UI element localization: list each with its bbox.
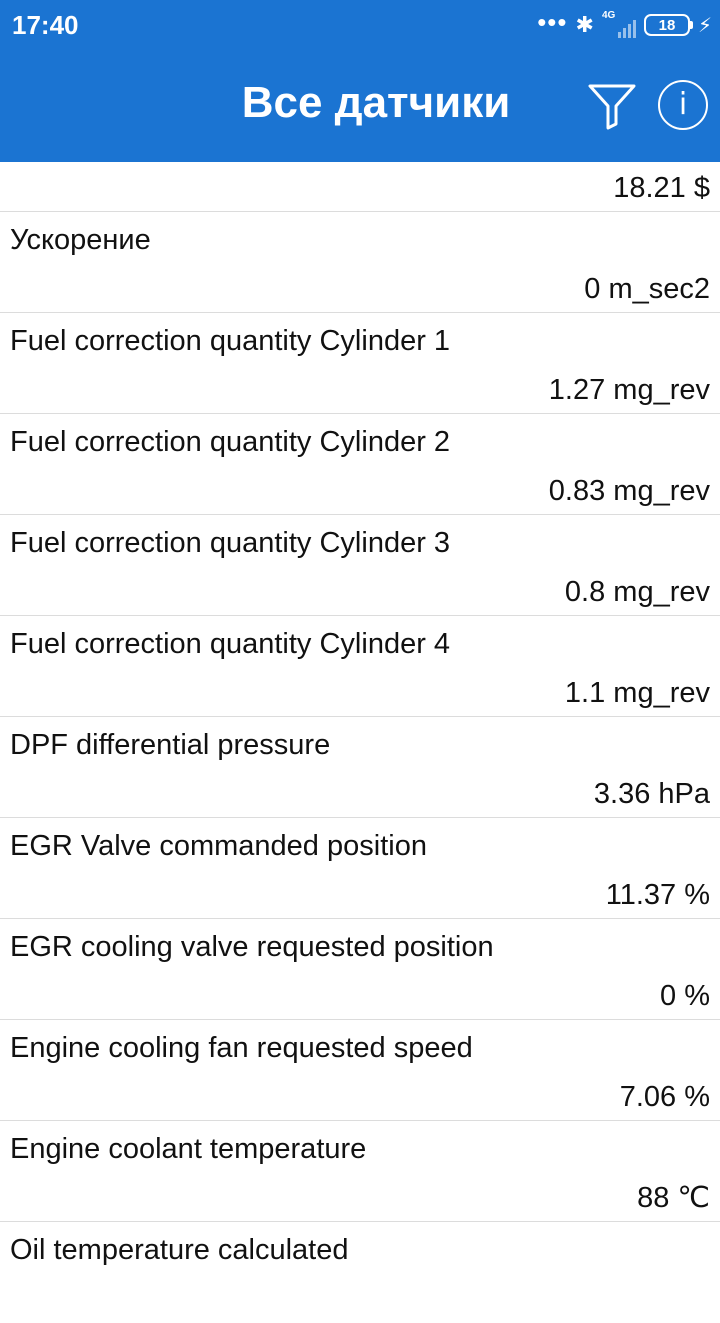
list-item[interactable]: EGR cooling valve requested position 0 % bbox=[0, 919, 720, 1020]
list-item[interactable]: Ускорение 0 m_sec2 bbox=[0, 212, 720, 313]
sensor-name: Oil temperature calculated bbox=[10, 1234, 349, 1266]
sensor-value: 3.36 hPa bbox=[593, 778, 710, 810]
status-time: 17:40 bbox=[12, 10, 79, 40]
list-item[interactable]: Fuel correction quantity Cylinder 2 0.83… bbox=[0, 414, 720, 515]
sensor-name: Engine coolant temperature bbox=[10, 1133, 367, 1165]
status-bar: 17:40 ••• ✱ 4G 18 ⚡ bbox=[0, 0, 720, 52]
battery-level: 18 bbox=[658, 16, 676, 34]
info-icon: i bbox=[678, 87, 688, 122]
filter-button[interactable] bbox=[586, 80, 638, 132]
network-type: 4G bbox=[601, 10, 616, 21]
sensor-value: 7.06 % bbox=[619, 1081, 710, 1113]
sensor-value: 1.27 mg_rev bbox=[548, 374, 710, 406]
sensor-name: Ускорение bbox=[10, 224, 151, 256]
list-item[interactable]: Engine coolant temperature 88 ℃ bbox=[0, 1121, 720, 1222]
sensor-value: 0.8 mg_rev bbox=[564, 576, 710, 608]
filter-icon bbox=[588, 84, 636, 130]
list-item[interactable]: Fuel correction quantity Cylinder 4 1.1 … bbox=[0, 616, 720, 717]
sensor-name: Fuel correction quantity Cylinder 1 bbox=[10, 325, 451, 357]
battery-icon: 18 bbox=[643, 14, 693, 36]
sensor-name: EGR cooling valve requested position bbox=[10, 931, 494, 963]
sensor-value: 88 ℃ bbox=[637, 1182, 710, 1214]
app-bar: 17:40 ••• ✱ 4G 18 ⚡ Все датчики i bbox=[0, 0, 720, 162]
sensor-list[interactable]: 18.21 $ Ускорение 0 m_sec2 Fuel correcti… bbox=[0, 162, 720, 1323]
sensor-name: Fuel correction quantity Cylinder 4 bbox=[10, 628, 451, 660]
list-item[interactable]: Fuel correction quantity Cylinder 1 1.27… bbox=[0, 313, 720, 414]
signal-icon: 4G bbox=[601, 10, 636, 38]
bluetooth-icon: ✱ bbox=[575, 12, 594, 37]
dots-icon: ••• bbox=[537, 7, 568, 37]
list-item[interactable]: Oil temperature calculated bbox=[0, 1222, 720, 1323]
info-button[interactable]: i bbox=[658, 80, 708, 130]
sensor-name: DPF differential pressure bbox=[10, 729, 331, 761]
sensor-name: Fuel correction quantity Cylinder 3 bbox=[10, 527, 451, 559]
list-item[interactable]: 18.21 $ bbox=[0, 162, 720, 212]
sensor-value: 11.37 % bbox=[605, 879, 710, 911]
list-item[interactable]: Engine cooling fan requested speed 7.06 … bbox=[0, 1020, 720, 1121]
charging-icon: ⚡ bbox=[697, 14, 712, 37]
sensor-name: EGR Valve commanded position bbox=[10, 830, 427, 862]
list-item[interactable]: Fuel correction quantity Cylinder 3 0.8 … bbox=[0, 515, 720, 616]
sensor-value: 0 % bbox=[660, 980, 710, 1012]
sensor-name: Engine cooling fan requested speed bbox=[10, 1032, 473, 1064]
list-item[interactable]: EGR Valve commanded position 11.37 % bbox=[0, 818, 720, 919]
status-icons: ••• ✱ 4G 18 ⚡ bbox=[537, 8, 712, 42]
sensor-value: 18.21 $ bbox=[613, 172, 710, 204]
sensor-name: Fuel correction quantity Cylinder 2 bbox=[10, 426, 451, 458]
sensor-value: 1.1 mg_rev bbox=[564, 677, 710, 709]
sensor-value: 0.83 mg_rev bbox=[548, 475, 710, 507]
list-item[interactable]: DPF differential pressure 3.36 hPa bbox=[0, 717, 720, 818]
sensor-value: 0 m_sec2 bbox=[584, 273, 710, 305]
